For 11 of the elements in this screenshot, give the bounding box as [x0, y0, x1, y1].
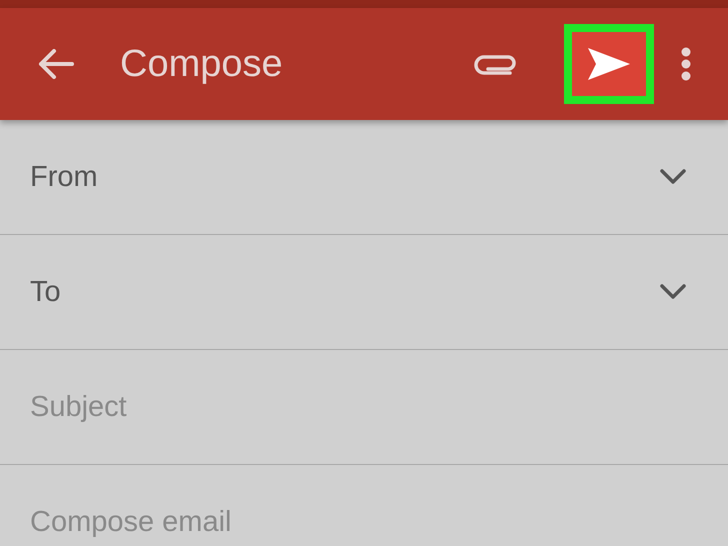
back-arrow-icon[interactable]	[38, 49, 74, 79]
text-field[interactable]: Compose email	[30, 506, 686, 538]
more-options-icon[interactable]	[680, 46, 692, 82]
screen-title: Compose	[120, 42, 283, 86]
dropdown-field[interactable]: From	[0, 120, 728, 235]
text-field[interactable]: Subject	[30, 390, 686, 424]
send-button[interactable]	[564, 24, 654, 104]
chevron-down-icon	[660, 284, 686, 300]
dropdown-field[interactable]: To	[0, 235, 728, 350]
chevron-down-icon	[660, 169, 686, 185]
send-icon	[587, 47, 631, 81]
